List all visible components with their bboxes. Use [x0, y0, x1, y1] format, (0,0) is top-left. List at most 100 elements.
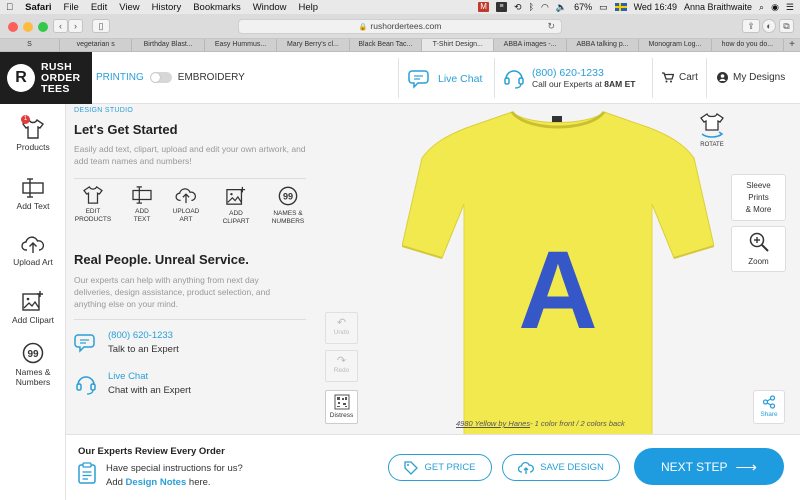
time-machine-icon[interactable]: ⟲	[514, 2, 522, 13]
my-designs-link[interactable]: My Designs	[717, 72, 785, 83]
tool-add-text-l2: TEXT	[133, 216, 151, 223]
sidebar-toggle-icon[interactable]: ▯	[92, 19, 110, 33]
get-price-button[interactable]: GET PRICE	[388, 454, 492, 481]
sidebar-item-names-numbers[interactable]: 99 Names & Numbers	[0, 342, 66, 387]
menu-window[interactable]: Window	[253, 2, 287, 13]
next-step-button[interactable]: NEXT STEP ⟶	[634, 448, 784, 485]
names-numbers-icon: 99	[22, 342, 44, 364]
bluetooth-icon[interactable]: ᛒ	[529, 2, 534, 12]
sleeve-label-2: Prints	[748, 193, 769, 202]
tool-names-numbers-l1: NAMES &	[273, 210, 303, 217]
contact-phone-number[interactable]: (800) 620-1233	[108, 330, 179, 341]
browser-tab[interactable]: ABBA talking p...	[567, 39, 640, 51]
contact-live-chat[interactable]: Live Chat Chat with an Expert	[74, 371, 191, 396]
minimize-window-button[interactable]	[23, 22, 33, 32]
sleeve-prints-button[interactable]: Sleeve Prints & More	[731, 174, 786, 221]
cart-link[interactable]: Cart	[662, 72, 698, 83]
distress-label: Distress	[329, 412, 354, 419]
close-window-button[interactable]	[8, 22, 18, 32]
menu-bookmarks[interactable]: Bookmarks	[193, 2, 241, 13]
browser-tab[interactable]: vegetarian s	[60, 39, 133, 51]
clipart-image-icon	[226, 186, 246, 205]
menu-edit[interactable]: Edit	[91, 2, 107, 13]
mode-toggle[interactable]	[149, 72, 172, 83]
browser-tab[interactable]: Easy Hummus...	[205, 39, 278, 51]
tab-overview-icon[interactable]: ⧉	[779, 19, 794, 33]
siri-icon[interactable]: ◉	[771, 2, 779, 13]
distress-button[interactable]: Distress	[325, 390, 358, 424]
browser-tab[interactable]: ABBA images -...	[494, 39, 567, 51]
menu-history[interactable]: History	[152, 2, 182, 13]
zoom-window-button[interactable]	[38, 22, 48, 32]
battery-percent[interactable]: 67%	[574, 2, 592, 12]
back-button[interactable]: ‹	[53, 19, 68, 33]
tool-add-clipart[interactable]: ADD CLIPART	[215, 186, 257, 226]
gmail-icon[interactable]: M	[478, 2, 490, 12]
review-title: Our Experts Review Every Order	[78, 446, 225, 457]
apple-menu-icon[interactable]: 	[6, 2, 13, 13]
tool-add-text[interactable]: ADD TEXT	[121, 186, 163, 224]
browser-tab[interactable]: how do you do...	[712, 39, 785, 51]
contact-live-chat-label[interactable]: Live Chat	[108, 371, 191, 382]
bottom-action-bar: Our Experts Review Every Order Have spec…	[66, 434, 800, 500]
logo-r-icon: R	[7, 64, 35, 92]
sidebar-item-add-clipart[interactable]: Add Clipart	[0, 290, 66, 325]
mode-embroidery-label[interactable]: EMBROIDERY	[178, 72, 245, 83]
notification-center-icon[interactable]: ☰	[786, 2, 794, 13]
address-bar[interactable]: 🔒 rushordertees.com ↻	[238, 19, 562, 34]
product-link[interactable]: 4980 Yellow by Hanes	[456, 419, 530, 428]
share-sheet-icon[interactable]: ⇪	[742, 19, 760, 33]
redo-button[interactable]: ↷ Redo	[325, 350, 358, 382]
user-name[interactable]: Anna Braithwaite	[684, 2, 752, 12]
clock[interactable]: Wed 16:49	[634, 2, 677, 12]
rotate-button[interactable]: ROTATE	[694, 112, 730, 148]
header-divider	[494, 58, 495, 98]
tool-names-numbers[interactable]: 99 NAMES & NUMBERS	[267, 186, 309, 226]
browser-tab[interactable]: T-Shirt Design...	[422, 39, 495, 51]
new-tab-icon[interactable]: +	[784, 39, 800, 51]
browser-tab[interactable]: Mary Berry's cl...	[277, 39, 350, 51]
browser-tab[interactable]: Birthday Blast...	[132, 39, 205, 51]
app-status-icon[interactable]: ≡	[496, 2, 508, 12]
forward-button[interactable]: ›	[68, 19, 83, 33]
save-design-button[interactable]: SAVE DESIGN	[502, 454, 620, 481]
mode-printing-label[interactable]: PRINTING	[96, 72, 144, 83]
zoom-button[interactable]: Zoom	[731, 226, 786, 272]
menu-file[interactable]: File	[64, 2, 79, 13]
sidebar-item-products[interactable]: 1 Products	[0, 115, 66, 152]
sidebar-item-add-text[interactable]: Add Text	[0, 178, 66, 211]
volume-icon[interactable]: 🔈	[556, 2, 567, 13]
tab-bar: Svegetarian s Birthday Blast... Easy Hummu…	[0, 39, 800, 52]
sidebar-item-upload-art[interactable]: Upload Art	[0, 234, 66, 267]
tool-edit-products-l2: PRODUCTS	[74, 216, 112, 223]
tool-edit-products[interactable]: EDIT PRODUCTS	[72, 186, 114, 224]
input-source-flag-icon[interactable]	[614, 3, 627, 11]
menu-app-name[interactable]: Safari	[25, 2, 51, 13]
reload-icon[interactable]: ↻	[547, 20, 555, 33]
browser-tab[interactable]: Black Bean Tac...	[350, 39, 423, 51]
tool-sidebar: 1 Products Add Text Upload Art Add Clipa…	[0, 104, 66, 500]
wifi-icon[interactable]: ◠	[541, 2, 549, 13]
menu-view[interactable]: View	[119, 2, 139, 13]
browser-tab[interactable]: Monogram Log...	[639, 39, 712, 51]
tool-upload-art[interactable]: UPLOAD ART	[165, 186, 207, 224]
rush-order-tees-logo[interactable]: R RUSH ORDER TEES	[0, 52, 92, 104]
design-notes-link[interactable]: Design Notes	[126, 477, 187, 488]
headset-icon	[504, 70, 524, 89]
contact-phone[interactable]: (800) 620-1233 Talk to an Expert	[74, 330, 179, 355]
extension-icon[interactable]: ◐	[762, 19, 776, 33]
shirt-design-letter[interactable]: A	[518, 229, 597, 352]
undo-button[interactable]: ↶ Undo	[325, 312, 358, 344]
review-here-text: here.	[186, 477, 211, 488]
get-price-label: GET PRICE	[424, 462, 476, 473]
tshirt-preview[interactable]: A	[402, 106, 714, 436]
tshirt-neck-label	[552, 116, 562, 122]
header-live-chat[interactable]: Live Chat	[408, 68, 482, 90]
header-phone[interactable]: (800) 620-1233 Call our Experts at 8AM E…	[502, 66, 635, 90]
menu-help[interactable]: Help	[299, 2, 319, 13]
browser-tab[interactable]: S	[0, 39, 60, 51]
spotlight-icon[interactable]: ⌕	[759, 2, 764, 13]
share-button[interactable]: Share	[753, 390, 785, 424]
battery-icon[interactable]: ▭	[599, 2, 608, 13]
upload-cloud-icon	[21, 236, 45, 253]
